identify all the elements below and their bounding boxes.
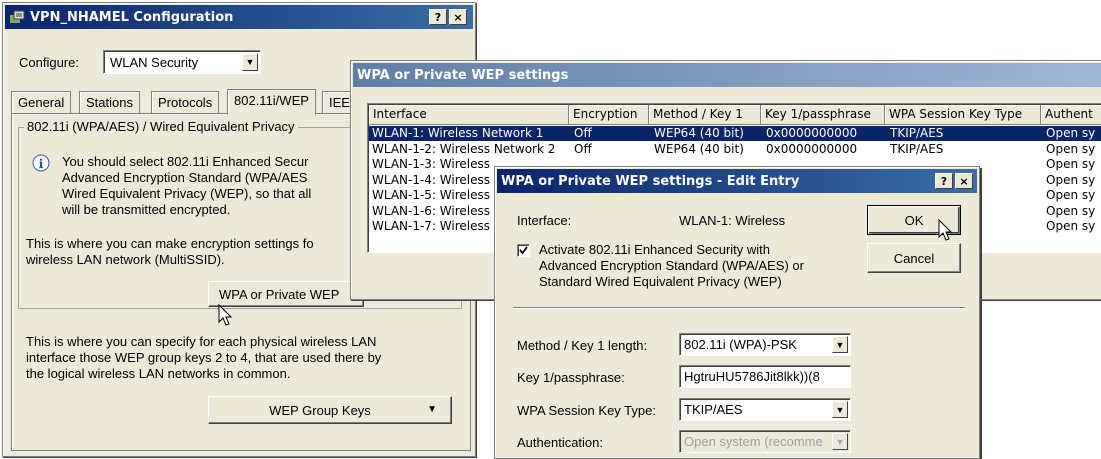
app-icon [9, 10, 25, 24]
table-row[interactable]: WLAN-1-2: Wireless Network 2 Off WEP64 (40… [369, 142, 1101, 157]
cell-method: WEP64 (40 bit) [654, 141, 744, 156]
cell-interface: WLAN-1-7: Wireless [372, 219, 491, 233]
close-button[interactable]: × [955, 173, 973, 189]
cell-session: TKIP/AES [890, 126, 944, 140]
info-text: You should select 802.11i Enhanced Secur… [62, 154, 312, 217]
wep-group-keys-button[interactable]: WEP Group Keys ▼ [208, 396, 452, 424]
column-header-session-key[interactable]: WPA Session Key Type [885, 105, 1041, 125]
session-key-select[interactable]: TKIP/AES ▼ [679, 398, 851, 421]
chevron-down-icon[interactable]: ▼ [242, 53, 258, 71]
cell-auth: Open sy [1046, 188, 1096, 202]
session-key-label: WPA Session Key Type: [517, 403, 656, 418]
interface-label: Interface: [517, 213, 572, 228]
cell-encryption: Off [574, 141, 592, 156]
group-title: 802.11i (WPA/AES) / Wired Equivalent Pri… [24, 119, 298, 134]
wep-group-keys-label: WEP Group Keys [269, 402, 371, 418]
cell-interface: WLAN-1-6: Wireless [372, 203, 491, 218]
cell-method: WEP64 (40 bit) [654, 126, 744, 140]
wpa-list-title: WPA or Private WEP settings [357, 67, 569, 83]
svg-text:i: i [39, 157, 44, 171]
info-icon: i [32, 154, 50, 175]
wpa-list-titlebar[interactable]: WPA or Private WEP settings [353, 63, 1101, 87]
mouse-pointer-icon [218, 303, 233, 326]
cell-auth: Open sy [1046, 126, 1096, 140]
session-key-value: TKIP/AES [684, 402, 743, 417]
table-row[interactable]: WLAN-1: Wireless Network 1 Off WEP64 (40 b… [369, 126, 1101, 141]
configure-value: WLAN Security [110, 55, 199, 70]
help-button[interactable]: ? [429, 9, 447, 25]
close-button[interactable]: × [449, 9, 467, 25]
list-header: Interface Encryption Method / Key 1 Key … [369, 105, 1101, 125]
cell-auth: Open sy [1046, 172, 1096, 187]
configure-select[interactable]: WLAN Security ▼ [103, 50, 261, 74]
chevron-down-icon[interactable]: ▼ [832, 401, 848, 418]
interface-value: WLAN-1: Wireless [679, 213, 786, 228]
cell-interface: WLAN-1-5: Wireless [372, 188, 491, 202]
help-button[interactable]: ? [935, 173, 953, 189]
cell-key: 0x0000000000 [766, 126, 858, 140]
passphrase-input[interactable]: HgtruHU5786Jit8lkk))(8 [679, 365, 851, 388]
configure-label: Configure: [19, 55, 79, 70]
column-header-key[interactable]: Key 1/passphrase [761, 105, 885, 125]
method-select[interactable]: 802.11i (WPA)-PSK ▼ [679, 333, 851, 356]
config-titlebar[interactable]: VPN_NHAMEL Configuration ? × [5, 5, 473, 29]
passphrase-value: HgtruHU5786Jit8lkk))(8 [684, 369, 820, 384]
authentication-label: Authentication: [517, 435, 604, 450]
column-header-interface[interactable]: Interface [369, 105, 569, 125]
cancel-button[interactable]: Cancel [867, 243, 961, 273]
method-value: 802.11i (WPA)-PSK [684, 337, 797, 352]
encryption-description: This is where you can make encryption se… [26, 236, 314, 267]
dropdown-arrow-icon: ▼ [427, 404, 437, 415]
edit-entry-titlebar[interactable]: WPA or Private WEP settings - Edit Entry… [497, 169, 977, 193]
cell-auth: Open sy [1046, 203, 1096, 218]
cell-encryption: Off [574, 126, 592, 140]
chevron-down-icon[interactable]: ▼ [832, 336, 848, 353]
edit-entry-title: WPA or Private WEP settings - Edit Entry [501, 173, 800, 189]
cell-interface: WLAN-1-2: Wireless Network 2 [372, 141, 556, 156]
cell-auth: Open sy [1046, 157, 1096, 171]
method-label: Method / Key 1 length: [517, 338, 648, 353]
cell-interface: WLAN-1-4: Wireless [372, 172, 491, 187]
cell-auth: Open sy [1046, 141, 1096, 156]
cell-session: TKIP/AES [890, 141, 944, 156]
tab-stations[interactable]: Stations [79, 91, 140, 113]
authentication-select[interactable]: Open system (recomme ▼ [679, 430, 851, 453]
chevron-down-icon: ▼ [832, 433, 848, 450]
column-header-encryption[interactable]: Encryption [569, 105, 649, 125]
mouse-pointer-icon [938, 218, 953, 241]
config-title: VPN_NHAMEL Configuration [30, 9, 234, 25]
tab-general[interactable]: General [11, 91, 72, 113]
cell-auth: Open sy [1046, 219, 1096, 233]
activate-security-label[interactable]: Activate 802.11i Enhanced Security with … [539, 242, 804, 290]
cell-key: 0x0000000000 [766, 141, 858, 156]
group-keys-description: This is where you can specify for each p… [26, 334, 382, 381]
edit-entry-dialog: WPA or Private WEP settings - Edit Entry… [494, 166, 980, 459]
tab-80211i-wep[interactable]: 802.11i/WEP [227, 89, 316, 115]
tab-protocols[interactable]: Protocols [151, 91, 220, 113]
cell-interface: WLAN-1-3: Wireless [372, 157, 491, 171]
column-header-method[interactable]: Method / Key 1 [649, 105, 761, 125]
column-header-authentication[interactable]: Authent [1041, 105, 1101, 125]
separator [513, 307, 965, 309]
cell-interface: WLAN-1: Wireless Network 1 [372, 126, 544, 140]
wpa-checkbox[interactable] [517, 244, 530, 257]
checkmark-icon [519, 246, 528, 255]
key-label: Key 1/passphrase: [517, 370, 625, 385]
authentication-value: Open system (recomme [684, 434, 823, 449]
